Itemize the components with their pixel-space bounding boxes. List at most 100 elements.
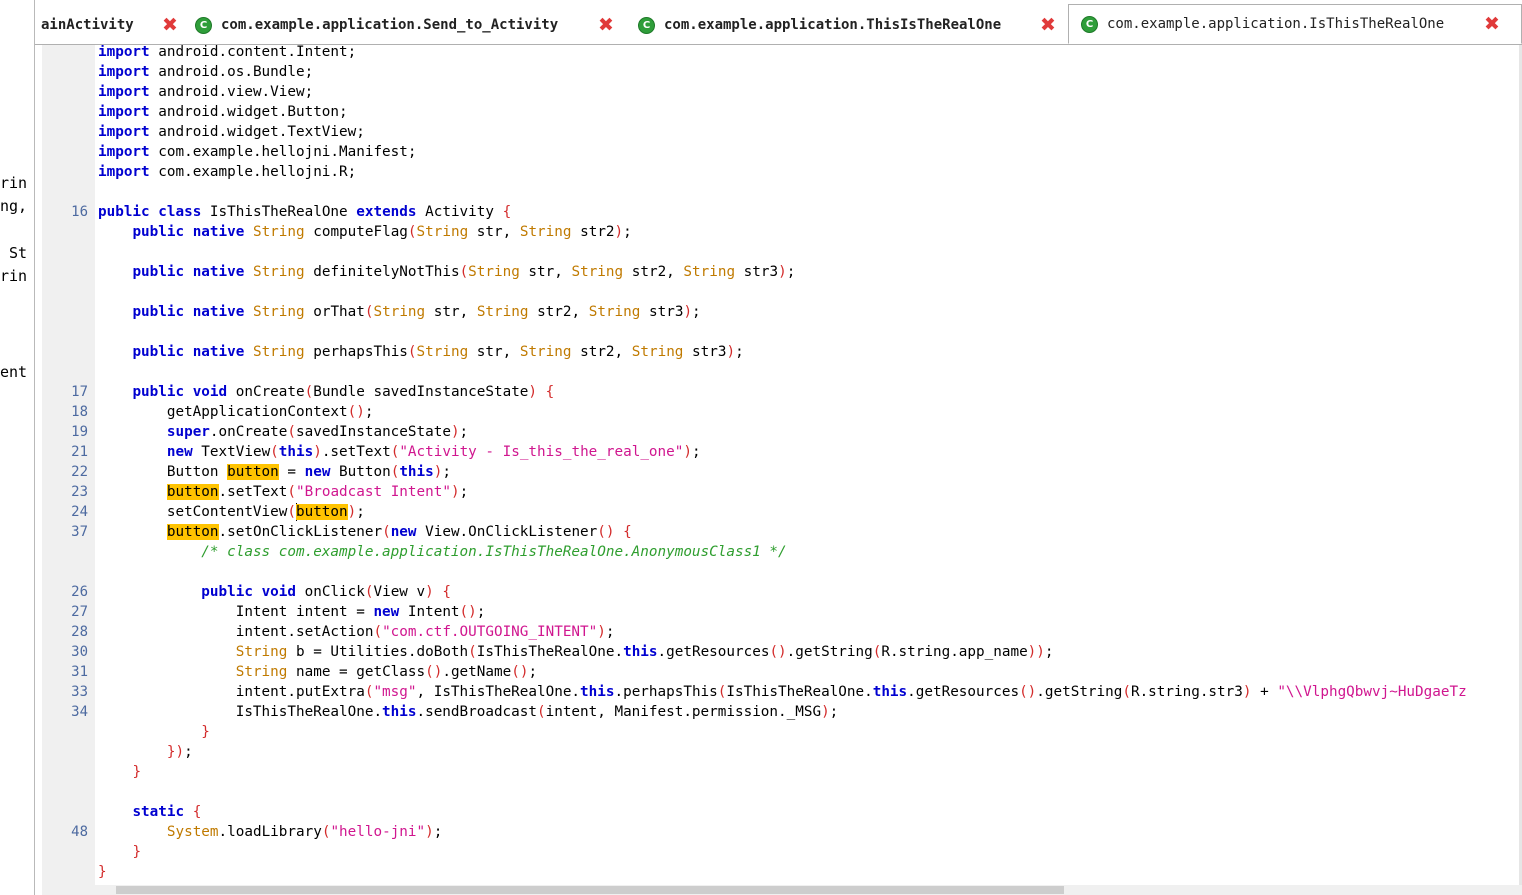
code-line[interactable]: import android.content.Intent; — [98, 45, 1522, 62]
code-token: ; — [691, 444, 701, 460]
code-line[interactable]: 34 IsThisTheRealOne.this.sendBroadcast(i… — [71, 702, 1522, 722]
code-token: ; — [364, 404, 374, 420]
horizontal-scrollbar[interactable] — [42, 885, 1522, 895]
code-token: "Activity - Is_this_the_real_one" — [399, 444, 684, 460]
code-line[interactable]: import android.os.Bundle; — [98, 62, 1522, 82]
tab-is-this-the-real-one[interactable]: C com.example.application.IsThisTheRealO… — [1068, 4, 1522, 44]
code-line[interactable]: 19 super.onCreate(savedInstanceState); — [71, 422, 1522, 442]
code-line[interactable] — [98, 322, 1522, 342]
highlighted-token: button — [166, 524, 219, 540]
code-token: str, — [519, 264, 572, 280]
code-line[interactable]: 27 Intent intent = new Intent(); — [71, 602, 1522, 622]
code-token: computeFlag — [304, 224, 408, 240]
code-token: definitelyNotThis — [304, 264, 460, 280]
code-line[interactable] — [98, 242, 1522, 262]
code-line[interactable]: } — [98, 862, 1522, 882]
code-line[interactable]: 37 button.setOnClickListener(new View.On… — [71, 522, 1522, 542]
code-line[interactable]: import com.example.hellojni.R; — [98, 162, 1522, 182]
code-line[interactable]: 26 public void onClick(View v) { — [71, 582, 1522, 602]
code-line[interactable]: import android.widget.TextView; — [98, 122, 1522, 142]
code-editor[interactable]: import android.content.Intent; import and… — [42, 45, 1522, 885]
code-token: .setText — [218, 484, 288, 500]
tab-send-to-activity[interactable]: C com.example.application.Send_to_Activi… — [195, 8, 614, 42]
code-token: String — [235, 644, 288, 660]
code-line[interactable]: 33 intent.putExtra ("msg", IsThisTheRealO… — [71, 682, 1522, 702]
code-token: String — [416, 344, 469, 360]
code-token: native — [192, 264, 245, 280]
close-icon[interactable]: ✖ — [597, 14, 615, 36]
code-line[interactable]: import android.view.View; — [98, 82, 1522, 102]
code-token: ) — [450, 424, 460, 440]
code-token: native — [192, 304, 245, 320]
code-token: .setText — [321, 444, 391, 460]
code-line[interactable]: }); — [98, 742, 1522, 762]
code-token: ( — [304, 384, 314, 400]
code-line[interactable]: public native String computeFlag(String … — [98, 222, 1522, 242]
code-line[interactable]: 31 String name = getClass().getName(); — [71, 662, 1522, 682]
code-token: ) — [450, 484, 460, 500]
code-line[interactable]: } — [98, 762, 1522, 782]
code-line[interactable]: import com.example.hellojni.Manifest; — [98, 142, 1522, 162]
code-line[interactable]: 17 public void onCreate(Bundle savedInst… — [71, 382, 1522, 402]
code-line[interactable]: 28 intent.setAction("com.ctf.OUTGOING_IN… — [71, 622, 1522, 642]
code-line[interactable] — [98, 362, 1522, 382]
class-icon: C — [1081, 15, 1098, 33]
code-line[interactable]: public native String perhapsThis(String … — [98, 342, 1522, 362]
code-area[interactable]: import android.content.Intent; import and… — [71, 45, 1522, 882]
code-line[interactable]: static { — [98, 802, 1522, 822]
close-icon[interactable]: ✖ — [1039, 14, 1057, 36]
code-line[interactable]: } — [98, 842, 1522, 862]
code-line[interactable] — [98, 282, 1522, 302]
code-line[interactable]: 24 setContentView(button); — [71, 502, 1522, 522]
close-icon[interactable]: ✖ — [161, 14, 179, 36]
scrollbar-thumb[interactable] — [116, 886, 1064, 894]
code-token: intent.setAction — [98, 624, 374, 640]
code-token: String — [588, 304, 641, 320]
code-line[interactable]: 48 System.loadLibrary("hello-jni"); — [71, 822, 1522, 842]
code-token: perhapsThis — [304, 344, 408, 360]
code-line[interactable]: 21 new TextView(this).setText("Activity … — [71, 442, 1522, 462]
code-token: import — [98, 104, 150, 120]
code-line[interactable] — [98, 562, 1522, 582]
code-line[interactable]: 23 button.setText("Broadcast Intent"); — [71, 482, 1522, 502]
code-token: String — [416, 224, 469, 240]
code-token: ; — [829, 704, 839, 720]
code-line[interactable]: 30 String b = Utilities.doBoth(IsThisThe… — [71, 642, 1522, 662]
code-token: ( — [407, 344, 417, 360]
code-line[interactable]: public native String orThat(String str, … — [98, 302, 1522, 322]
code-line[interactable]: } — [98, 722, 1522, 742]
code-token: ) — [347, 504, 357, 520]
tab-this-is-the-real-one[interactable]: C com.example.application.ThisIsTheRealO… — [638, 8, 1056, 42]
code-line[interactable]: 22 Button button = new Button(this); — [71, 462, 1522, 482]
code-line[interactable] — [98, 782, 1522, 802]
tab-main-activity[interactable]: ainActivity ✖ — [41, 8, 178, 42]
close-icon[interactable]: ✖ — [1483, 13, 1501, 35]
code-line[interactable]: 16 public class IsThisTheRealOne extends … — [71, 202, 1522, 222]
code-line[interactable]: import android.widget.Button; — [98, 102, 1522, 122]
code-line[interactable]: /* class com.example.application.IsThisT… — [98, 542, 1522, 562]
code-token: native — [192, 224, 245, 240]
line-number: 48 — [71, 824, 88, 840]
code-token: android.widget.Button; — [149, 104, 348, 120]
code-line[interactable]: public native String definitelyNotThis(S… — [98, 262, 1522, 282]
code-token: .getName — [442, 664, 512, 680]
code-token: native — [192, 344, 245, 360]
line-number: 34 — [71, 704, 88, 720]
code-token: import — [98, 124, 150, 140]
code-token: System — [166, 824, 219, 840]
code-token: String — [468, 264, 520, 280]
code-token: ( — [270, 444, 279, 460]
line-number: 33 — [71, 684, 88, 700]
code-line[interactable] — [98, 182, 1522, 202]
code-token: .perhapsThis — [614, 684, 718, 700]
code-token: ) — [683, 304, 693, 320]
code-token: getApplicationContext — [98, 404, 348, 420]
code-line[interactable]: 18 getApplicationContext(); — [71, 402, 1522, 422]
